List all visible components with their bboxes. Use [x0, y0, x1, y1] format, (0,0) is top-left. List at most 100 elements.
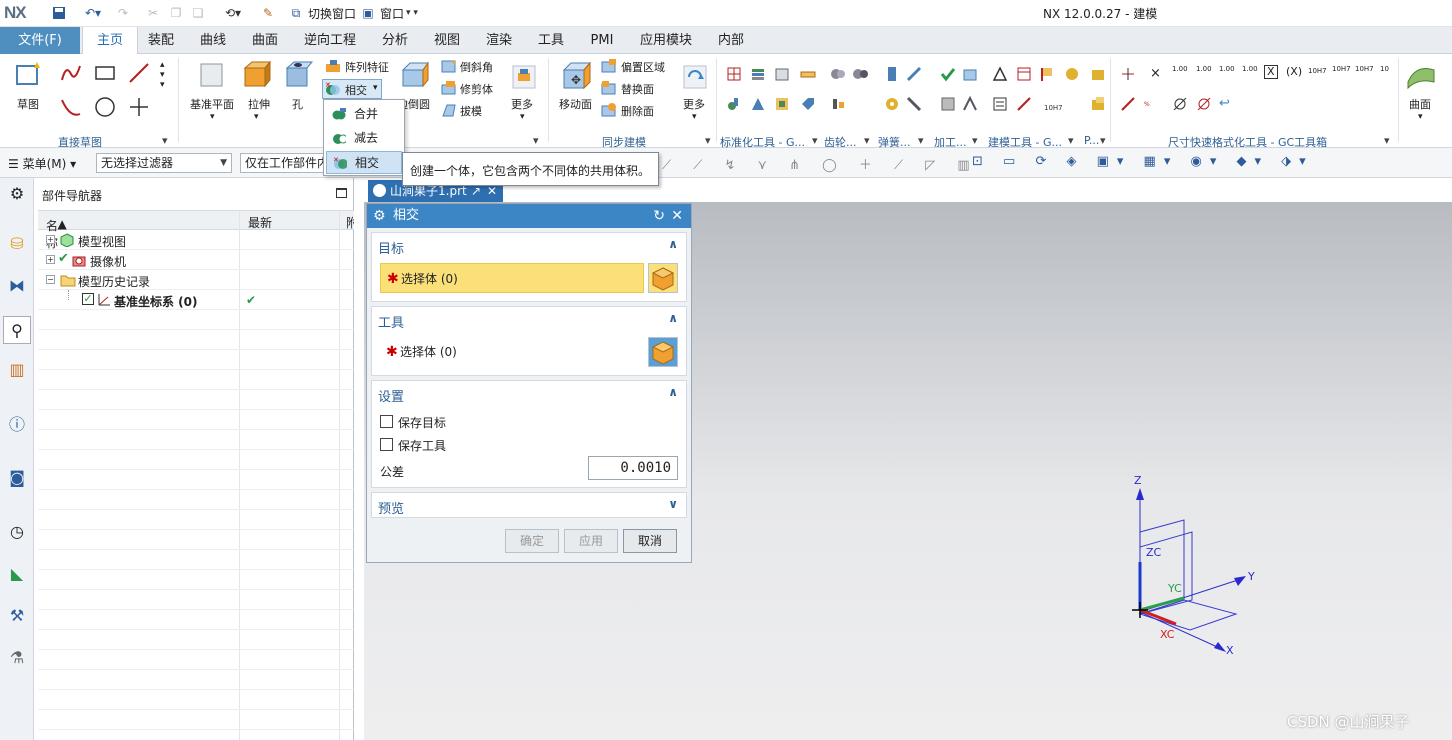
stack-icon[interactable]: [750, 66, 766, 82]
part-copy-icon[interactable]: [1090, 96, 1106, 112]
chamfer-icon[interactable]: [441, 58, 457, 74]
machining-tool-icon[interactable]: [962, 66, 978, 82]
tab-curve[interactable]: 曲线: [192, 27, 234, 54]
menu-button[interactable]: ☰ 菜单(M) ▾: [8, 155, 76, 172]
fit-format-4-button[interactable]: 10: [1380, 65, 1389, 73]
measure-icon[interactable]: [800, 66, 816, 82]
brush-icon[interactable]: [750, 96, 766, 112]
dialog-gear-icon[interactable]: ⚙: [373, 204, 386, 228]
history-icon[interactable]: ◙: [6, 466, 28, 488]
more-sync-dropdown-icon[interactable]: ▾: [692, 112, 697, 122]
undo-icon[interactable]: ↶▾: [80, 4, 106, 22]
layers-icon[interactable]: [774, 66, 790, 82]
tab-home[interactable]: 主页: [82, 27, 138, 55]
tab-pmi[interactable]: PMI: [582, 27, 622, 54]
window-icon[interactable]: ▣: [360, 4, 376, 22]
circle-icon[interactable]: [94, 96, 116, 118]
window-menu-button[interactable]: 窗口: [380, 5, 404, 22]
surface-icon[interactable]: [1406, 60, 1436, 90]
extrude-dropdown-icon[interactable]: ▾: [254, 112, 259, 122]
offset-region-label[interactable]: 偏置区域: [621, 59, 665, 75]
more-features-dropdown-icon[interactable]: ▾: [520, 112, 525, 122]
dim-format-1-button[interactable]: 1.00: [1172, 65, 1188, 73]
roles-icon[interactable]: ⚒: [6, 604, 28, 626]
delete-face-icon[interactable]: [601, 102, 617, 118]
spring-tool-icon[interactable]: [906, 66, 922, 82]
hole-icon[interactable]: [284, 60, 314, 90]
arc-icon[interactable]: [60, 96, 82, 118]
trim-body-label[interactable]: 修剪体: [460, 81, 493, 97]
surface-label[interactable]: 曲面: [1409, 96, 1431, 112]
tab-assembly[interactable]: 装配: [140, 27, 182, 54]
line-icon[interactable]: [128, 62, 150, 84]
rectangle-icon[interactable]: [94, 62, 116, 84]
assembly-navigator-icon[interactable]: ⛁: [6, 232, 28, 254]
menu-item-subtract[interactable]: 减去: [326, 127, 402, 150]
table-tool-icon[interactable]: [1016, 66, 1032, 82]
return-icon[interactable]: ↩: [1219, 96, 1230, 111]
gear-feature-icon[interactable]: [1064, 66, 1080, 82]
hole-label[interactable]: 孔: [292, 96, 303, 112]
cancel-button[interactable]: 取消: [623, 529, 677, 553]
fit-format-3-button[interactable]: 10H7: [1355, 65, 1374, 73]
settings-gear-icon[interactable]: ⚙: [6, 182, 28, 204]
cross-dim-icon[interactable]: ×: [1150, 66, 1161, 81]
group-modeling-tools-more-icon[interactable]: ▾: [1068, 134, 1074, 147]
copy-icon[interactable]: ❐: [168, 4, 184, 22]
move-face-icon[interactable]: ✥: [560, 60, 592, 92]
triangle-tool-icon[interactable]: [992, 66, 1008, 82]
tree-row-cameras[interactable]: + ✔ 摄像机: [38, 250, 354, 270]
tab-application[interactable]: 应用模块: [634, 27, 698, 54]
profile-icon[interactable]: [60, 62, 82, 84]
tool-section-header[interactable]: 工具: [378, 312, 404, 331]
column-name-header[interactable]: 名称 ▲: [46, 214, 67, 250]
machining-block-icon[interactable]: [940, 96, 956, 112]
system-materials-icon[interactable]: ⚗: [6, 646, 28, 668]
keep-target-checkbox[interactable]: [380, 415, 393, 428]
web-browser-icon[interactable]: ⓘ: [6, 412, 28, 434]
datum-plane-dropdown-icon[interactable]: ▾: [210, 112, 215, 122]
target-section-header[interactable]: 目标: [378, 238, 404, 257]
more-sync-icon[interactable]: [682, 64, 708, 90]
apply-button[interactable]: 应用: [564, 529, 618, 553]
more-features-icon[interactable]: [511, 64, 537, 90]
surface-dropdown-icon[interactable]: ▾: [1418, 112, 1423, 122]
dim-format-3-button[interactable]: 1.00: [1219, 65, 1235, 73]
save-icon[interactable]: [50, 4, 68, 22]
trim-body-icon[interactable]: [441, 80, 457, 96]
selection-scope-select[interactable]: 仅在工作部件内: [240, 153, 330, 173]
sketch-label[interactable]: 草图: [17, 96, 39, 112]
box-x-icon[interactable]: X: [1264, 65, 1278, 79]
point-icon[interactable]: [128, 96, 150, 118]
pattern-feature-icon[interactable]: [325, 58, 341, 74]
flag-tool-icon[interactable]: [1040, 66, 1056, 82]
tree-row-datum-csys[interactable]: ✓ 基准坐标系 (0) ✔: [38, 290, 354, 310]
spring-icon[interactable]: [884, 66, 900, 82]
tree-row-model-views[interactable]: + 模型视图: [38, 230, 354, 250]
tool-select-body-button[interactable]: [648, 337, 678, 367]
paren-x-icon[interactable]: (X): [1286, 65, 1302, 78]
collapse-chevron-icon[interactable]: ∧: [668, 311, 678, 325]
diameter-icon[interactable]: [1172, 96, 1188, 112]
target-select-body[interactable]: ✱ 选择体 (0): [380, 263, 644, 293]
group-machining-more-icon[interactable]: ▾: [972, 134, 978, 147]
collapse-icon[interactable]: −: [46, 275, 55, 284]
dimension-tool-icon[interactable]: [1120, 66, 1136, 82]
replace-face-icon[interactable]: [601, 80, 617, 96]
grid-icon[interactable]: [726, 66, 742, 82]
paint-icon[interactable]: [774, 96, 790, 112]
switch-window-button[interactable]: 切换窗口: [308, 5, 356, 22]
extrude-icon[interactable]: [242, 60, 272, 90]
sketch-icon[interactable]: [15, 60, 43, 88]
draft-label[interactable]: 拔模: [460, 103, 482, 119]
check-machining-icon[interactable]: [940, 66, 956, 82]
target-select-body-button[interactable]: [648, 263, 678, 293]
fit-format-2-button[interactable]: 10H7: [1332, 65, 1351, 73]
expand-icon[interactable]: +: [46, 255, 55, 264]
redo-icon[interactable]: ↷: [115, 4, 131, 22]
ok-button[interactable]: 确定: [505, 529, 559, 553]
group-direct-sketch-more-icon[interactable]: ▾: [162, 134, 168, 147]
touch-mode-icon[interactable]: ✎: [258, 4, 278, 22]
more-features-label[interactable]: 更多: [511, 96, 533, 112]
tab-view[interactable]: 视图: [426, 27, 468, 54]
